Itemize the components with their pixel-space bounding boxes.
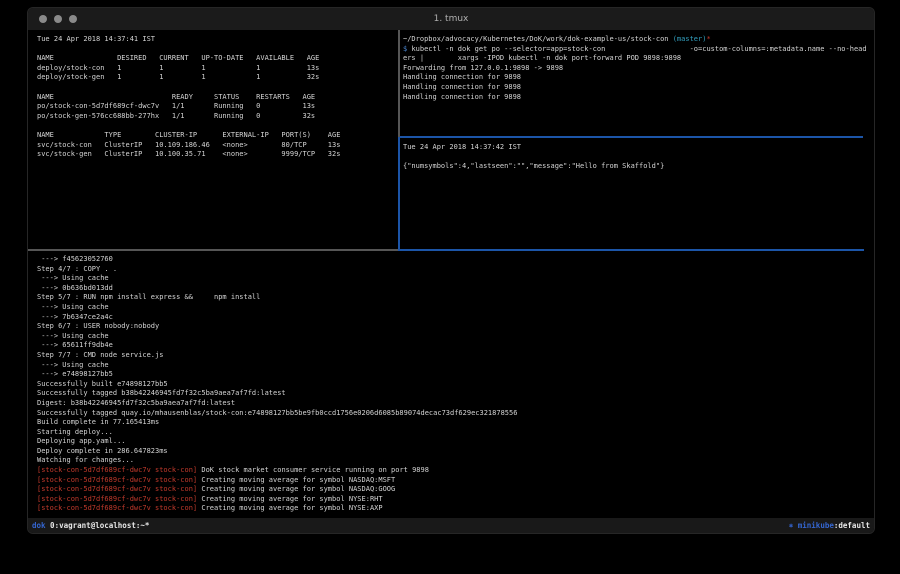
status-right: ⎈ minikube:default (789, 518, 874, 533)
log-message: Creating moving average for symbol NYSE:… (197, 504, 382, 512)
timestamp-line: Tue 24 Apr 2018 14:37:42 IST (403, 143, 874, 153)
docker-build-output: ---> f45623052760 Step 4/7 : COPY . . --… (37, 255, 874, 466)
blank-line (403, 153, 874, 163)
minimize-button[interactable] (54, 15, 62, 23)
command-text: kubectl -n dok get po --selector=app=sto… (411, 45, 866, 53)
service-log-line: [stock-con-5d7df689cf-dwc7v stock-con] C… (37, 495, 874, 505)
log-message: Creating moving average for symbol NASDA… (197, 476, 395, 484)
session-name[interactable]: dok (32, 521, 46, 530)
kube-context: minikube (798, 521, 834, 530)
pane-curl-response[interactable]: Tue 24 Apr 2018 14:37:42 IST {"numsymbol… (400, 138, 874, 254)
pane-skaffold-build[interactable]: ---> f45623052760 Step 4/7 : COPY . . --… (28, 251, 874, 518)
json-response-line: {"numsymbols":4,"lastseen":"","message":… (403, 162, 874, 172)
service-log-lines: [stock-con-5d7df689cf-dwc7v stock-con] D… (37, 466, 874, 514)
pane-port-forward[interactable]: ~/Dropbox/advocacy/Kubernetes/DoK/work/d… (400, 30, 874, 141)
cwd-path: ~/Dropbox/advocacy/Kubernetes/DoK/work/d… (403, 35, 673, 43)
terminal-window: 1. tmux Tue 24 Apr 2018 14:37:41 IST NAM… (28, 8, 874, 533)
service-log-line: [stock-con-5d7df689cf-dwc7v stock-con] C… (37, 476, 874, 486)
log-message: Creating moving average for symbol NASDA… (197, 485, 395, 493)
log-pod-prefix: [stock-con-5d7df689cf-dwc7v stock-con] (37, 476, 197, 484)
kubernetes-helm-icon: ⎈ (789, 521, 798, 530)
log-message: Creating moving average for symbol NYSE:… (197, 495, 382, 503)
kube-namespace: :default (834, 521, 870, 530)
log-message: DoK stock market consumer service runnin… (197, 466, 429, 474)
service-log-line: [stock-con-5d7df689cf-dwc7v stock-con] C… (37, 504, 874, 514)
window-titlebar[interactable]: 1. tmux (28, 8, 874, 31)
log-pod-prefix: [stock-con-5d7df689cf-dwc7v stock-con] (37, 504, 197, 512)
close-button[interactable] (39, 15, 47, 23)
traffic-lights (39, 15, 77, 23)
status-left: dok 0:vagrant@localhost:~* (28, 518, 149, 533)
git-dirty-marker: * (706, 35, 710, 43)
log-pod-prefix: [stock-con-5d7df689cf-dwc7v stock-con] (37, 466, 197, 474)
window-item[interactable]: 0:vagrant@localhost:~* (46, 521, 150, 530)
kubectl-watch-output: Tue 24 Apr 2018 14:37:41 IST NAME DESIRE… (37, 35, 407, 160)
zoom-button[interactable] (69, 15, 77, 23)
port-forward-output: Forwarding from 127.0.0.1:9898 -> 9898 H… (403, 64, 874, 102)
git-branch: (master) (673, 35, 707, 43)
tmux-status-bar: dok 0:vagrant@localhost:~* ⎈ minikube:de… (28, 518, 874, 533)
log-pod-prefix: [stock-con-5d7df689cf-dwc7v stock-con] (37, 495, 197, 503)
tmux-content: Tue 24 Apr 2018 14:37:41 IST NAME DESIRE… (28, 30, 874, 518)
shell-path-line: ~/Dropbox/advocacy/Kubernetes/DoK/work/d… (403, 35, 874, 45)
window-title: 1. tmux (28, 8, 874, 30)
shell-command-line: $ kubectl -n dok get po --selector=app=s… (403, 45, 874, 55)
pane-kubectl-watch[interactable]: Tue 24 Apr 2018 14:37:41 IST NAME DESIRE… (28, 30, 407, 254)
log-pod-prefix: [stock-con-5d7df689cf-dwc7v stock-con] (37, 485, 197, 493)
service-log-line: [stock-con-5d7df689cf-dwc7v stock-con] D… (37, 466, 874, 476)
service-log-line: [stock-con-5d7df689cf-dwc7v stock-con] C… (37, 485, 874, 495)
shell-command-wrap-line: ers | xargs -IPOD kubectl -n dok port-fo… (403, 54, 874, 64)
